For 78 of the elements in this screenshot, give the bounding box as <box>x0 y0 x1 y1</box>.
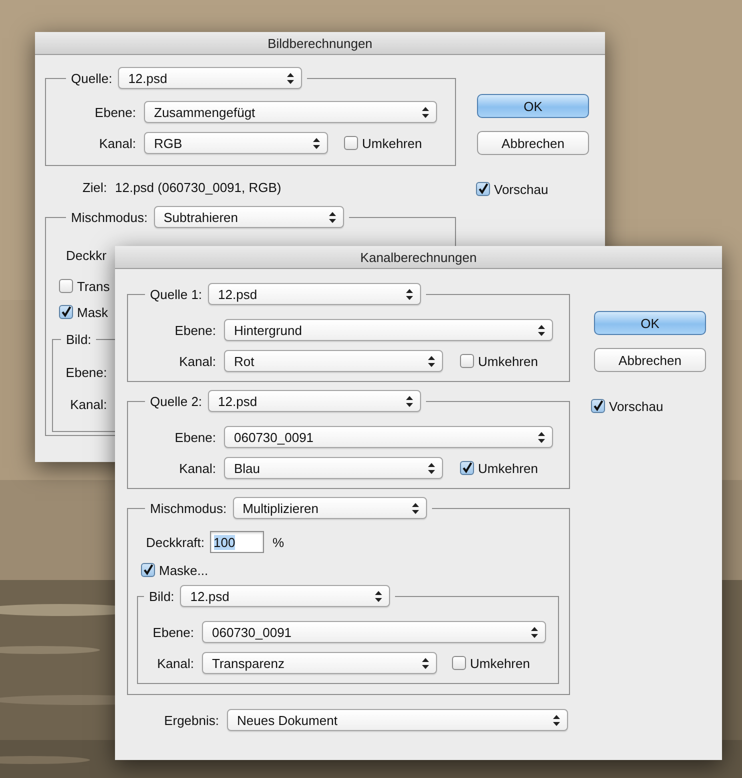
updown-caret-icon <box>406 288 414 300</box>
dropdown[interactable]: Transparenz <box>202 652 437 674</box>
target-label: Ziel: <box>81 180 107 194</box>
percent-unit: % <box>272 534 284 550</box>
updown-caret-icon <box>538 324 545 336</box>
window-title: Bildberechnungen <box>268 36 372 50</box>
checkbox-label: Umkehren <box>362 136 422 150</box>
dropdown[interactable]: 060730_0091 <box>202 621 546 643</box>
channel-label: Kanal: <box>178 460 216 476</box>
dialog-button[interactable]: OK <box>594 311 706 335</box>
dropdown[interactable]: 12.psd <box>180 585 390 607</box>
result-label: Ergebnis: <box>163 712 219 728</box>
target-value: 12.psd (060730_0091, RGB) <box>115 180 282 194</box>
checkbox-label: Mask <box>77 304 108 320</box>
checkbox[interactable] <box>476 182 490 196</box>
checkbox[interactable] <box>59 305 73 319</box>
checkbox-label: Vorschau <box>609 398 664 414</box>
dropdown[interactable]: Subtrahieren <box>154 206 344 228</box>
checkbox[interactable] <box>344 136 358 150</box>
updown-caret-icon <box>538 432 545 442</box>
dropdown[interactable]: Zusammengefügt <box>144 101 437 123</box>
channel-label: Kanal: <box>98 136 136 150</box>
dropdown[interactable]: Neues Dokument <box>227 709 568 731</box>
dropdown[interactable]: Rot <box>224 350 443 372</box>
checkbox[interactable] <box>591 399 605 413</box>
dropdown[interactable]: Hintergrund <box>224 319 553 341</box>
updown-caret-icon <box>375 590 382 602</box>
dropdown[interactable]: 12.psd <box>208 283 422 305</box>
channel-label: Kanal: <box>69 396 107 412</box>
checkbox-label: Umkehren <box>478 354 538 368</box>
dropdown[interactable]: Blau <box>224 457 443 479</box>
image-label: Bild: <box>149 588 174 604</box>
updown-caret-icon <box>328 212 336 222</box>
dropdown[interactable]: 060730_0091 <box>224 426 553 448</box>
dialog-button[interactable]: Abbrechen <box>594 348 706 372</box>
layer-label: Ebene: <box>152 624 194 640</box>
source-label: Quelle: <box>71 70 112 86</box>
source-label: Quelle 2: <box>150 394 202 408</box>
checkbox-label: Maske... <box>159 562 208 578</box>
checkbox[interactable] <box>141 563 155 577</box>
updown-caret-icon <box>412 502 419 514</box>
updown-caret-icon <box>553 714 560 726</box>
window-title: Kanalberechnungen <box>360 250 477 264</box>
layer-label: Ebene: <box>64 364 107 380</box>
updown-caret-icon <box>406 396 414 406</box>
opacity-label: Deckkraft: <box>146 534 205 550</box>
layer-label: Ebene: <box>174 322 216 338</box>
dropdown[interactable]: RGB <box>144 132 328 154</box>
layer-label: Ebene: <box>174 430 216 444</box>
channel-label: Kanal: <box>178 354 216 368</box>
blend-mode-label: Mischmodus: <box>71 210 148 224</box>
checkbox[interactable] <box>460 461 474 475</box>
dialog-button[interactable]: OK <box>477 94 589 118</box>
checkbox[interactable] <box>452 656 466 670</box>
updown-caret-icon <box>422 658 429 668</box>
dropdown[interactable]: Multiplizieren <box>232 497 427 519</box>
channel-label: Kanal: <box>156 656 194 670</box>
updown-caret-icon <box>287 72 294 84</box>
checkbox-label: Umkehren <box>478 460 538 476</box>
updown-caret-icon <box>422 106 429 118</box>
updown-caret-icon <box>428 462 435 474</box>
blend-mode-label: Mischmodus: <box>150 500 227 516</box>
checkbox-label: Vorschau <box>494 182 548 196</box>
dropdown[interactable]: 12.psd <box>118 67 302 89</box>
updown-caret-icon <box>428 356 435 366</box>
dropdown[interactable]: 12.psd <box>208 390 422 412</box>
checkbox-label: Umkehren <box>470 656 530 670</box>
checkbox[interactable] <box>460 354 474 368</box>
dialog-button[interactable]: Abbrechen <box>477 131 589 155</box>
checkbox-label: Trans <box>77 278 110 294</box>
updown-caret-icon <box>313 138 320 148</box>
updown-caret-icon <box>531 626 538 638</box>
opacity-label: Deckkr <box>66 248 106 262</box>
opacity-field[interactable]: 100 <box>210 531 264 553</box>
image-label: Bild: <box>66 332 92 347</box>
checkbox[interactable] <box>59 279 73 293</box>
layer-label: Ebene: <box>94 104 136 120</box>
source-label: Quelle 1: <box>150 286 202 302</box>
